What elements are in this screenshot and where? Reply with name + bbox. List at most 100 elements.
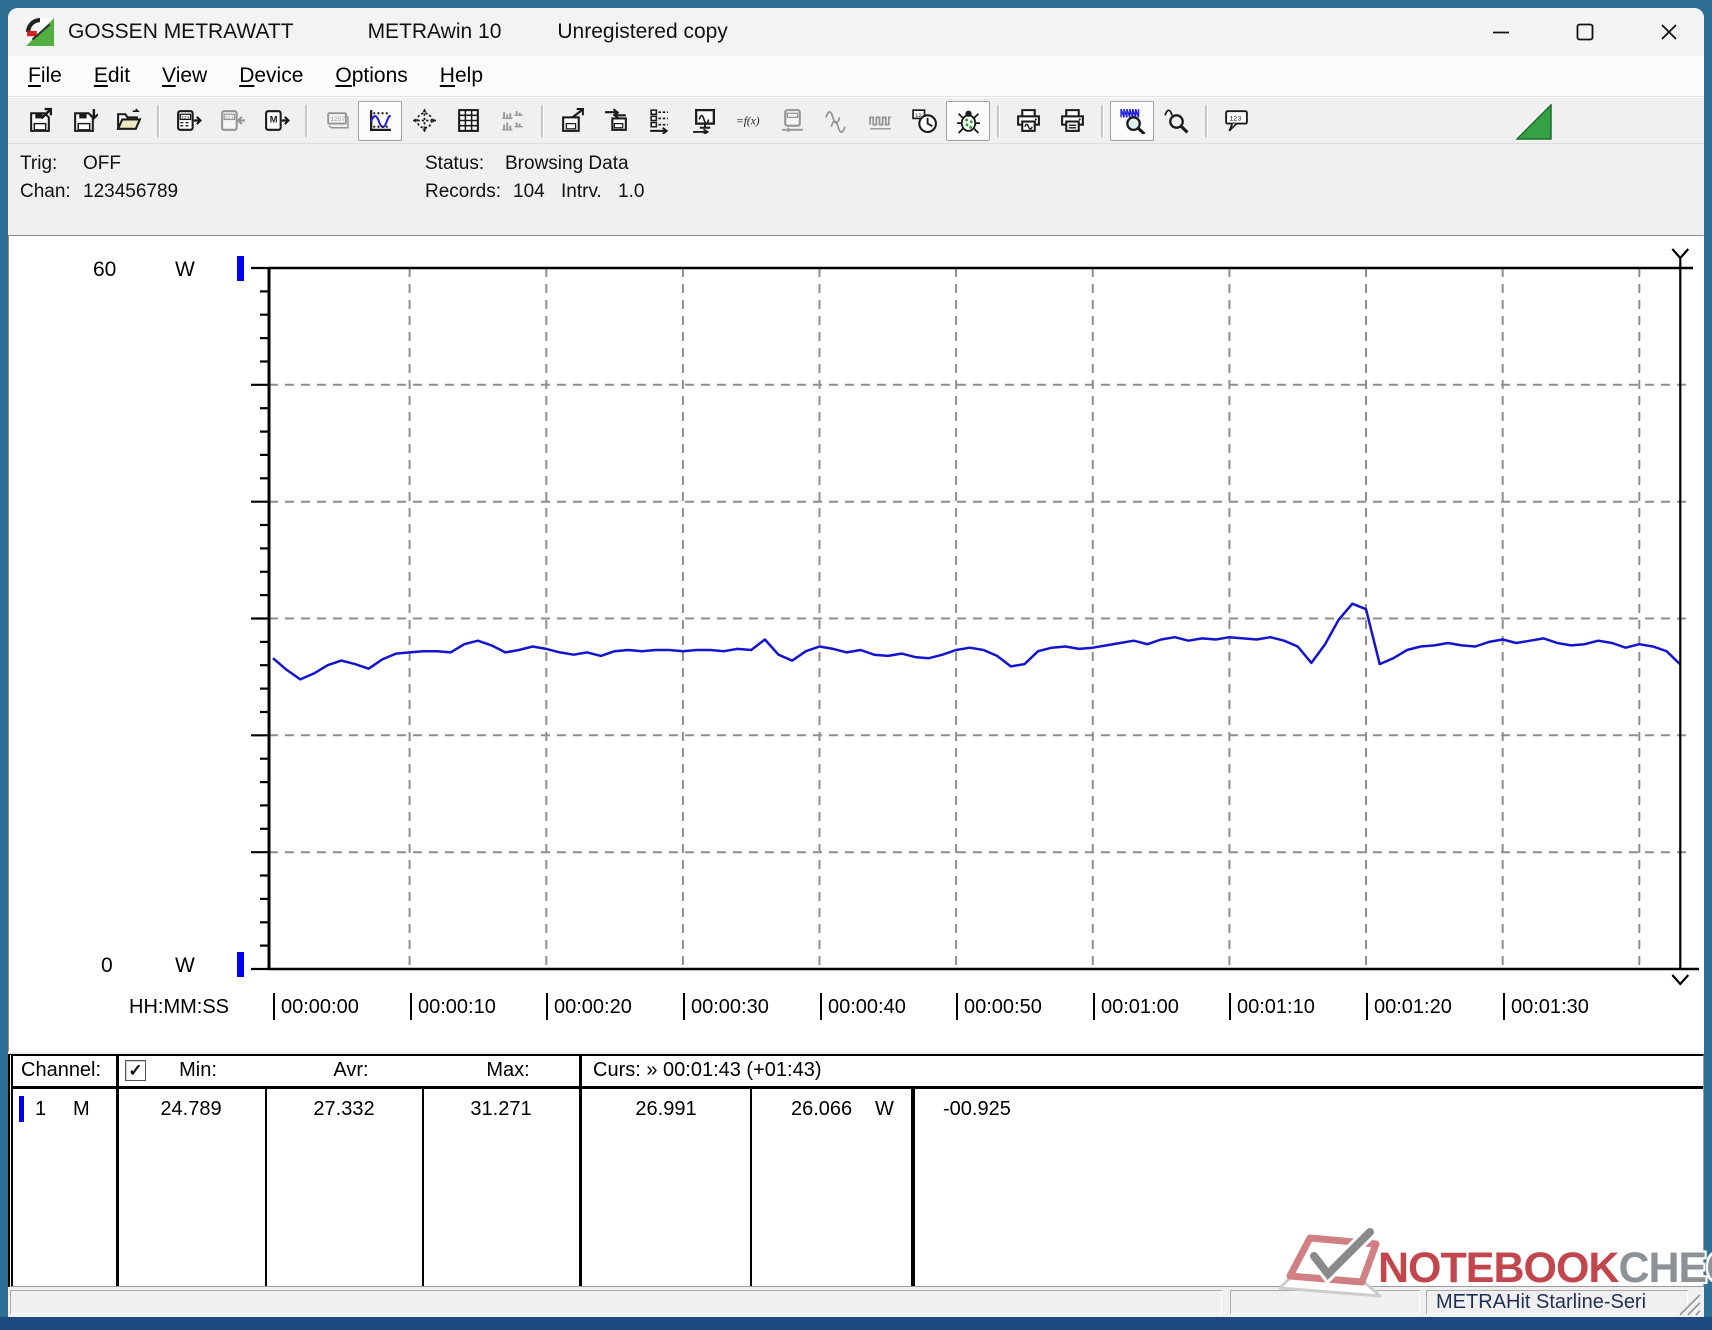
svg-text:321: 321 — [224, 115, 233, 121]
open-folder-icon — [116, 108, 142, 130]
x-tick-label: 00:00:00 — [273, 993, 359, 1020]
data-table-button[interactable] — [446, 101, 490, 141]
merge-data-button[interactable] — [594, 101, 638, 141]
print-preview-button[interactable] — [1006, 101, 1050, 141]
device-read-button[interactable]: 321 — [166, 101, 210, 141]
histogram-icon — [501, 111, 523, 131]
print-preview-icon — [1016, 109, 1040, 132]
print-icon — [1060, 109, 1084, 132]
lcd-display-icon: 1257 — [326, 112, 349, 129]
trig-value: OFF — [83, 153, 121, 174]
toolbar-separator — [305, 104, 307, 137]
bug-icon — [956, 110, 980, 134]
svg-text:M: M — [269, 115, 277, 125]
x-tick-label: 00:00:50 — [956, 993, 1042, 1020]
memory-read-button[interactable]: M — [254, 101, 298, 141]
app-window: GOSSEN METRAWATT METRAwin 10 Unregistere… — [8, 8, 1704, 1317]
value-cursor-1: 26.991 — [635, 1098, 697, 1120]
data-table-icon — [457, 109, 479, 132]
x-tick-label: 00:01:30 — [1503, 993, 1589, 1020]
menu-device[interactable]: Device — [227, 60, 315, 92]
crosshair-button[interactable] — [402, 101, 446, 141]
close-button[interactable] — [1652, 15, 1686, 49]
monitor-icon — [692, 108, 715, 134]
time-cursor[interactable] — [1671, 248, 1690, 986]
status-bar: METRAHit Starline-Seri — [8, 1289, 1704, 1317]
channel-list-icon — [649, 109, 668, 134]
device-name-text: METRAHit Starline-Seri — [1436, 1291, 1647, 1313]
clock-icon: 12 — [911, 109, 937, 133]
channel-number: 1 — [35, 1098, 47, 1120]
status-value: Browsing Data — [505, 153, 629, 174]
y-max-channel-marker[interactable] — [237, 256, 244, 281]
open-folder-button[interactable] — [106, 101, 150, 141]
print-button[interactable] — [1050, 101, 1094, 141]
comment-button[interactable]: 123 — [1214, 101, 1258, 141]
sine-button — [814, 101, 858, 141]
menu-view[interactable]: View — [150, 60, 219, 92]
table-header-channel: Channel: — [21, 1059, 102, 1081]
device-settings-button — [770, 101, 814, 141]
menu-edit[interactable]: Edit — [82, 60, 142, 92]
formula-icon: =f(x) — [736, 116, 760, 128]
zoom-out-button[interactable] — [1154, 101, 1198, 141]
clock-button[interactable]: 12 — [902, 101, 946, 141]
monitor-button[interactable] — [682, 101, 726, 141]
table-header-max: Max: — [486, 1059, 530, 1081]
records-label: Records: — [425, 181, 502, 202]
maximize-button[interactable] — [1568, 15, 1602, 49]
channel-color-marker — [19, 1096, 24, 1122]
expand-triangle-icon[interactable] — [1516, 104, 1552, 140]
save-button[interactable] — [62, 101, 106, 141]
svg-text:123: 123 — [1229, 116, 1241, 124]
chart-plot[interactable] — [9, 236, 1703, 1051]
interval-label: Intrv. — [561, 181, 602, 202]
value-max: 31.271 — [470, 1098, 532, 1120]
menu-help[interactable]: Help — [428, 60, 495, 92]
x-tick-label: 00:00:20 — [546, 993, 632, 1020]
menu-bar: File Edit View Device Options Help — [8, 56, 1704, 97]
y-min-channel-marker[interactable] — [237, 952, 244, 977]
title-app: METRAwin 10 — [367, 20, 502, 43]
resize-grip[interactable] — [1672, 1289, 1702, 1317]
power-trace-line — [272, 602, 1682, 681]
export-data-button[interactable] — [550, 101, 594, 141]
chart-view-icon — [369, 110, 391, 131]
title-brand: GOSSEN METRAWATT — [68, 20, 294, 43]
save-icon — [73, 109, 98, 132]
chan-value: 123456789 — [83, 181, 179, 202]
minimize-button[interactable] — [1484, 15, 1518, 49]
svg-text:321: 321 — [180, 115, 189, 121]
x-tick-label: 00:01:00 — [1093, 993, 1179, 1020]
memory-read-icon: M — [264, 110, 290, 131]
merge-data-icon — [604, 108, 627, 131]
y-min-label: 0 — [101, 954, 113, 977]
value-cursor-2: 26.066 — [791, 1098, 853, 1120]
comment-icon: 123 — [1224, 110, 1248, 132]
status-cell-main — [10, 1290, 1222, 1314]
value-avr: 27.332 — [313, 1098, 375, 1120]
chart-view-button[interactable] — [358, 100, 402, 141]
value-min: 24.789 — [160, 1098, 222, 1120]
table-header-avr: Avr: — [333, 1059, 369, 1081]
menu-options[interactable]: Options — [323, 60, 419, 92]
save-export-button[interactable] — [18, 101, 62, 141]
acquisition-info: Trig: OFF Chan: 123456789 Status: Browsi… — [8, 145, 1704, 213]
title-bar: GOSSEN METRAWATT METRAwin 10 Unregistere… — [8, 8, 1704, 56]
close-icon — [1661, 24, 1677, 40]
menu-file[interactable]: File — [16, 60, 74, 92]
export-data-icon — [561, 108, 584, 132]
device-settings-icon — [781, 109, 803, 132]
formula-button[interactable]: =f(x) — [726, 101, 770, 141]
zoom-out-icon — [1163, 109, 1189, 134]
zoom-in-button[interactable] — [1110, 100, 1154, 141]
channel-list-button[interactable] — [638, 101, 682, 141]
records-value: 104 — [513, 181, 545, 202]
interval-value: 1.0 — [618, 181, 645, 202]
channel-visibility-checkbox[interactable]: ✓ — [125, 1060, 146, 1081]
window-bottom-border — [0, 1317, 1712, 1330]
save-export-icon — [29, 107, 52, 132]
histogram-button — [490, 101, 534, 141]
lcd-display-button: 1257 — [314, 101, 358, 141]
bug-button[interactable] — [946, 100, 990, 141]
